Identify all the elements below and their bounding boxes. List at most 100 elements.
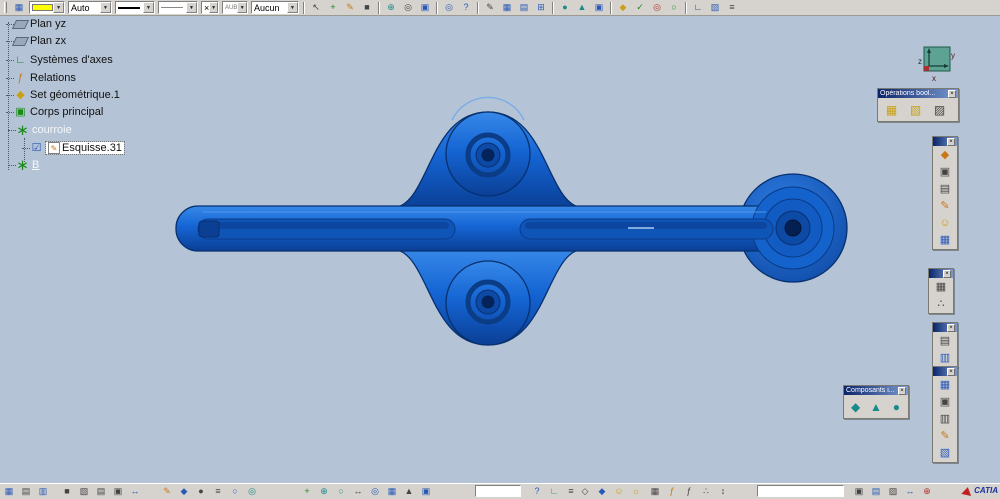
point-icon[interactable]: ● (194, 485, 208, 498)
tree-item-main-body[interactable]: ▣ Corps principal (5, 104, 103, 120)
pan-icon[interactable]: ↔ (351, 485, 365, 498)
toolbar-titlebar[interactable]: Opérations bool... × (878, 89, 958, 98)
layers-icon[interactable]: ▥ (935, 350, 955, 366)
hide-show-icon[interactable]: ☺ (612, 485, 626, 498)
line-icon[interactable]: ≡ (211, 485, 225, 498)
checkbox-icon[interactable]: ☑ (30, 142, 43, 155)
line-weight-dropdown[interactable]: ▼ (158, 1, 198, 14)
tree-item-plan-zx[interactable]: Plan zx (5, 33, 66, 49)
toolbar-titlebar[interactable]: × (933, 367, 957, 376)
toolbar-titlebar[interactable]: × (933, 137, 957, 146)
chevron-down-icon[interactable]: ▼ (287, 2, 298, 13)
eraser-icon[interactable]: ■ (360, 1, 374, 14)
close-icon[interactable]: × (898, 386, 906, 395)
sphere-icon[interactable]: ● (558, 1, 572, 14)
chevron-down-icon[interactable]: ▼ (143, 2, 154, 13)
close-icon[interactable]: × (947, 137, 955, 146)
rotate-icon[interactable]: ◎ (368, 485, 382, 498)
cone-icon[interactable]: ▲ (575, 1, 589, 14)
copy-view-icon[interactable]: ▣ (418, 1, 432, 14)
circle-icon[interactable]: ○ (228, 485, 242, 498)
chevron-down-icon[interactable]: ▼ (53, 2, 64, 13)
paste-icon[interactable]: ▣ (111, 485, 125, 498)
info-icon[interactable]: ≡ (564, 485, 578, 498)
grid-icon[interactable]: ▤ (517, 1, 531, 14)
grid-view-icon[interactable]: ▦ (935, 377, 955, 393)
coordinate-field[interactable] (475, 485, 521, 497)
calc-icon[interactable]: ⊞ (534, 1, 548, 14)
knowledge-icon[interactable]: ƒ (665, 485, 679, 498)
component-prism-icon[interactable]: ▲ (866, 397, 885, 416)
print-icon[interactable]: ■ (60, 485, 74, 498)
annotate-icon[interactable]: ✎ (935, 428, 955, 444)
zoom-out-icon[interactable]: ○ (334, 485, 348, 498)
boolean-assemble-icon[interactable]: ▦ (880, 100, 903, 119)
copy-icon[interactable]: ▤ (94, 485, 108, 498)
toolbar-titlebar[interactable]: Composants i... × (844, 386, 908, 395)
section-icon[interactable]: ▥ (935, 411, 955, 427)
help-icon[interactable]: ? (530, 485, 544, 498)
spline-icon[interactable]: ◎ (245, 485, 259, 498)
sketcher-icon[interactable]: ✎ (935, 198, 955, 214)
properties-icon[interactable]: ▣ (852, 485, 866, 498)
cut-icon[interactable]: ▧ (77, 485, 91, 498)
help-icon[interactable]: ? (459, 1, 473, 14)
world-icon[interactable]: ○ (667, 1, 681, 14)
new-file-icon[interactable]: ▦ (2, 485, 16, 498)
apply-icon[interactable]: ✓ (633, 1, 647, 14)
close-icon[interactable]: × (948, 89, 956, 98)
link-icon[interactable]: ⊕ (384, 1, 398, 14)
hatch-icon[interactable]: ▧ (935, 445, 955, 461)
slab-icon[interactable]: ▤ (935, 333, 955, 349)
layer-filter-icon[interactable]: ▤ (869, 485, 883, 498)
close-icon[interactable]: × (947, 367, 955, 376)
close-icon[interactable]: × (943, 269, 951, 278)
table-icon[interactable]: ▦ (500, 1, 514, 14)
fly-mode-icon[interactable]: + (300, 485, 314, 498)
iso-view-cube-icon[interactable]: ◆ (935, 147, 955, 163)
pocket-icon[interactable]: ▦ (935, 232, 955, 248)
table-panel-icon[interactable]: ▦ (931, 279, 951, 295)
fit-all-icon[interactable]: ▦ (385, 485, 399, 498)
select-icon[interactable]: ↖ (309, 1, 323, 14)
tree-item-plan-yz[interactable]: Plan yz (5, 16, 66, 32)
close-icon[interactable]: × (947, 323, 955, 332)
undo-icon[interactable]: ↔ (128, 485, 142, 498)
tree-item-relations[interactable]: ƒ Relations (6, 70, 76, 86)
formula-icon[interactable]: ƒ (682, 485, 696, 498)
macro-icon[interactable]: ∴ (699, 485, 713, 498)
toolbar-titlebar[interactable]: × (929, 269, 953, 278)
tree-item-axis-systems[interactable]: ∟ Systèmes d'axes (6, 52, 113, 68)
tree-item-esquisse-31[interactable]: ☑ ✎ Esquisse.31 (22, 140, 125, 156)
graph-properties-icon[interactable]: ▦ (12, 1, 26, 14)
update-icon[interactable]: ⊕ (920, 485, 934, 498)
analysis-icon[interactable]: ▧ (708, 1, 722, 14)
options-icon[interactable]: ≡ (725, 1, 739, 14)
power-input-field[interactable] (757, 485, 844, 497)
link-manager-icon[interactable]: ↕ (716, 485, 730, 498)
normal-view-icon[interactable]: ▲ (402, 485, 416, 498)
chevron-down-icon[interactable]: ▼ (186, 2, 197, 13)
target-icon[interactable]: ◎ (650, 1, 664, 14)
open-file-icon[interactable]: ▤ (19, 485, 33, 498)
paint-icon[interactable]: ✎ (343, 1, 357, 14)
sketcher-icon[interactable]: ✎ (160, 485, 174, 498)
solid-cube-icon[interactable]: ▣ (935, 164, 955, 180)
boolean-remove-icon[interactable]: ▨ (928, 100, 951, 119)
shading-icon[interactable]: ▣ (419, 485, 433, 498)
refresh-icon[interactable]: ◎ (442, 1, 456, 14)
light-icon[interactable]: ☼ (629, 485, 643, 498)
wireframe-icon[interactable]: ◇ (578, 485, 592, 498)
sketch-tool-icon[interactable]: ✎ (483, 1, 497, 14)
chevron-down-icon[interactable]: ▼ (100, 2, 111, 13)
point-symbol-dropdown[interactable]: × ▼ (201, 1, 219, 14)
snapshot-icon[interactable]: ◎ (401, 1, 415, 14)
tree-item-geometric-set[interactable]: ◆ Set géométrique.1 (6, 87, 120, 103)
swap-space-icon[interactable]: ↔ (903, 485, 917, 498)
tree-item-b[interactable]: ∗ B (7, 157, 39, 173)
catalog-icon[interactable]: ▦ (648, 485, 662, 498)
cube-icon[interactable]: ▣ (592, 1, 606, 14)
measure-icon[interactable]: ∟ (691, 1, 705, 14)
chevron-down-icon[interactable]: ▼ (209, 2, 218, 13)
visibility-swap-icon[interactable]: ▨ (886, 485, 900, 498)
